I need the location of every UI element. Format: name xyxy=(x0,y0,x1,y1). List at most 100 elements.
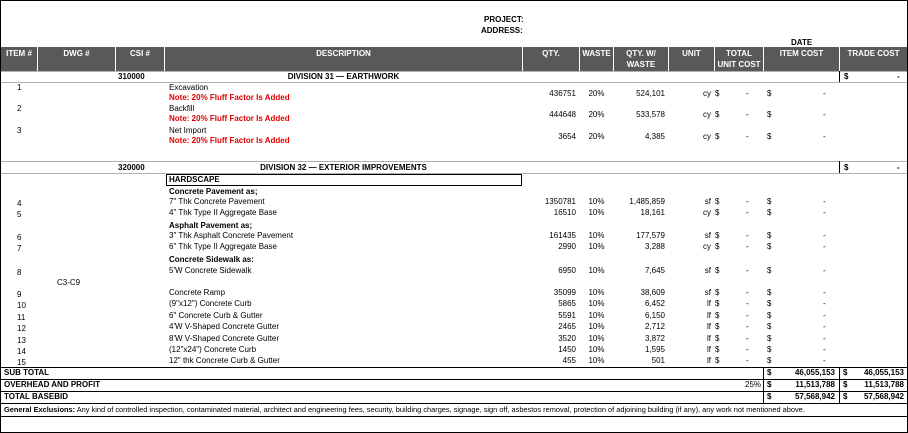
item-unit: lf xyxy=(707,334,711,343)
item-unit: lf xyxy=(707,356,711,365)
item-description: 7" Thk Concrete Pavement xyxy=(169,197,265,206)
item-number: 12 xyxy=(17,324,26,333)
unit-cost-value: - xyxy=(746,334,749,343)
item-waste: 10% xyxy=(588,311,605,320)
concrete-pavement-subheading: Concrete Pavement as; xyxy=(169,187,258,196)
item-number: 5 xyxy=(17,210,22,219)
item-unit: lf xyxy=(707,311,711,320)
item-cost-currency: $ xyxy=(767,197,772,206)
item-waste: 20% xyxy=(588,89,605,98)
unit-cost-currency: $ xyxy=(715,231,720,240)
item-quantity: 1350781 xyxy=(544,197,576,206)
item-unit: lf xyxy=(707,322,711,331)
item-waste: 10% xyxy=(588,299,605,308)
item-number: 4 xyxy=(17,199,22,208)
overhead-label: OVERHEAD AND PROFIT xyxy=(4,380,101,389)
unit-cost-value: - xyxy=(746,89,749,98)
item-quantity: 3520 xyxy=(558,334,576,343)
col-total-unit-cost: TOTAL xyxy=(726,49,752,58)
item-waste: 10% xyxy=(588,197,605,206)
concrete-sidewalk-subheading: Concrete Sidewalk as: xyxy=(169,255,254,264)
item-cost-currency: $ xyxy=(767,322,772,331)
item-unit: sf xyxy=(704,288,711,297)
item-waste: 10% xyxy=(588,356,605,365)
item-unit: sf xyxy=(704,197,711,206)
item-waste: 10% xyxy=(588,288,605,297)
item-qty-with-waste: 501 xyxy=(651,356,665,365)
division-31-csi: 310000 xyxy=(118,72,145,81)
col-waste: WASTE xyxy=(582,49,611,58)
division-32-currency: $ xyxy=(844,163,849,172)
item-quantity: 161435 xyxy=(549,231,576,240)
subtotal-item-cost: 46,055,153 xyxy=(794,368,835,377)
unit-cost-value: - xyxy=(746,242,749,251)
unit-cost-currency: $ xyxy=(715,345,720,354)
unit-cost-currency: $ xyxy=(715,208,720,217)
col-dwg: DWG # xyxy=(63,49,90,58)
subtotal-trade-currency: $ xyxy=(843,368,848,377)
item-cost-value: - xyxy=(823,334,826,343)
unit-cost-value: - xyxy=(746,132,749,141)
item-unit: cy xyxy=(703,208,711,217)
item-cost-currency: $ xyxy=(767,89,772,98)
item-description: 6" Concrete Curb & Gutter xyxy=(169,311,263,320)
item-number: 8 xyxy=(17,268,22,277)
item-qty-with-waste: 6,150 xyxy=(644,311,665,320)
col-trade-cost: TRADE COST xyxy=(847,49,900,58)
overhead-currency: $ xyxy=(767,380,772,389)
unit-cost-currency: $ xyxy=(715,242,720,251)
unit-cost-value: - xyxy=(746,299,749,308)
item-waste: 10% xyxy=(588,231,605,240)
item-cost-value: - xyxy=(823,231,826,240)
item-cost-value: - xyxy=(823,266,826,275)
item-qty-with-waste: 2,712 xyxy=(644,322,665,331)
unit-cost-value: - xyxy=(746,208,749,217)
item-unit: lf xyxy=(707,299,711,308)
item-qty-with-waste: 18,161 xyxy=(640,208,665,217)
unit-cost-currency: $ xyxy=(715,299,720,308)
unit-cost-value: - xyxy=(746,266,749,275)
item-cost-value: - xyxy=(823,356,826,365)
item-quantity: 3654 xyxy=(558,132,576,141)
item-cost-value: - xyxy=(823,288,826,297)
overhead-trade-cost: 11,513,788 xyxy=(864,380,904,389)
item-quantity: 1450 xyxy=(558,345,576,354)
item-qty-with-waste: 4,385 xyxy=(644,132,665,141)
unit-cost-value: - xyxy=(746,322,749,331)
item-number: 2 xyxy=(17,104,22,113)
estimate-sheet: PROJECT: ADDRESS: DATE ITEM # DWG # CSI … xyxy=(0,0,908,433)
col-description: DESCRIPTION xyxy=(316,49,371,58)
item-cost-value: - xyxy=(823,208,826,217)
item-cost-currency: $ xyxy=(767,311,772,320)
item-number: 13 xyxy=(17,336,26,345)
item-waste: 20% xyxy=(588,110,605,119)
basebid-item-cost: 57,568,942 xyxy=(794,392,835,401)
unit-cost-currency: $ xyxy=(715,322,720,331)
unit-cost-value: - xyxy=(746,197,749,206)
item-number: 10 xyxy=(17,301,26,310)
general-exclusions: General Exclusions: Any kind of controll… xyxy=(4,405,805,415)
item-quantity: 2465 xyxy=(558,322,576,331)
division-32-trade: - xyxy=(897,163,900,172)
fluff-factor-note: Note: 20% Fluff Factor Is Added xyxy=(169,93,290,102)
fluff-factor-note: Note: 20% Fluff Factor Is Added xyxy=(169,136,290,145)
overhead-trade-currency: $ xyxy=(843,380,848,389)
item-qty-with-waste: 7,645 xyxy=(644,266,665,275)
overhead-percent: 25% xyxy=(745,380,762,389)
item-waste: 10% xyxy=(588,322,605,331)
item-cost-value: - xyxy=(823,299,826,308)
item-number: 3 xyxy=(17,126,22,135)
basebid-label: TOTAL BASEBID xyxy=(4,392,69,401)
item-waste: 20% xyxy=(588,132,605,141)
asphalt-pavement-subheading: Asphalt Pavement as; xyxy=(169,221,253,230)
division-31-title: DIVISION 31 — EARTHWORK xyxy=(287,72,400,81)
unit-cost-currency: $ xyxy=(715,311,720,320)
unit-cost-value: - xyxy=(746,231,749,240)
item-quantity: 444648 xyxy=(549,110,576,119)
division-32-title: DIVISION 32 — EXTERIOR IMPROVEMENTS xyxy=(260,163,427,172)
unit-cost-value: - xyxy=(746,110,749,119)
item-unit: sf xyxy=(704,266,711,275)
item-unit: sf xyxy=(704,231,711,240)
item-description: 4'W V-Shaped Concrete Gutter xyxy=(169,322,280,331)
item-cost-currency: $ xyxy=(767,299,772,308)
